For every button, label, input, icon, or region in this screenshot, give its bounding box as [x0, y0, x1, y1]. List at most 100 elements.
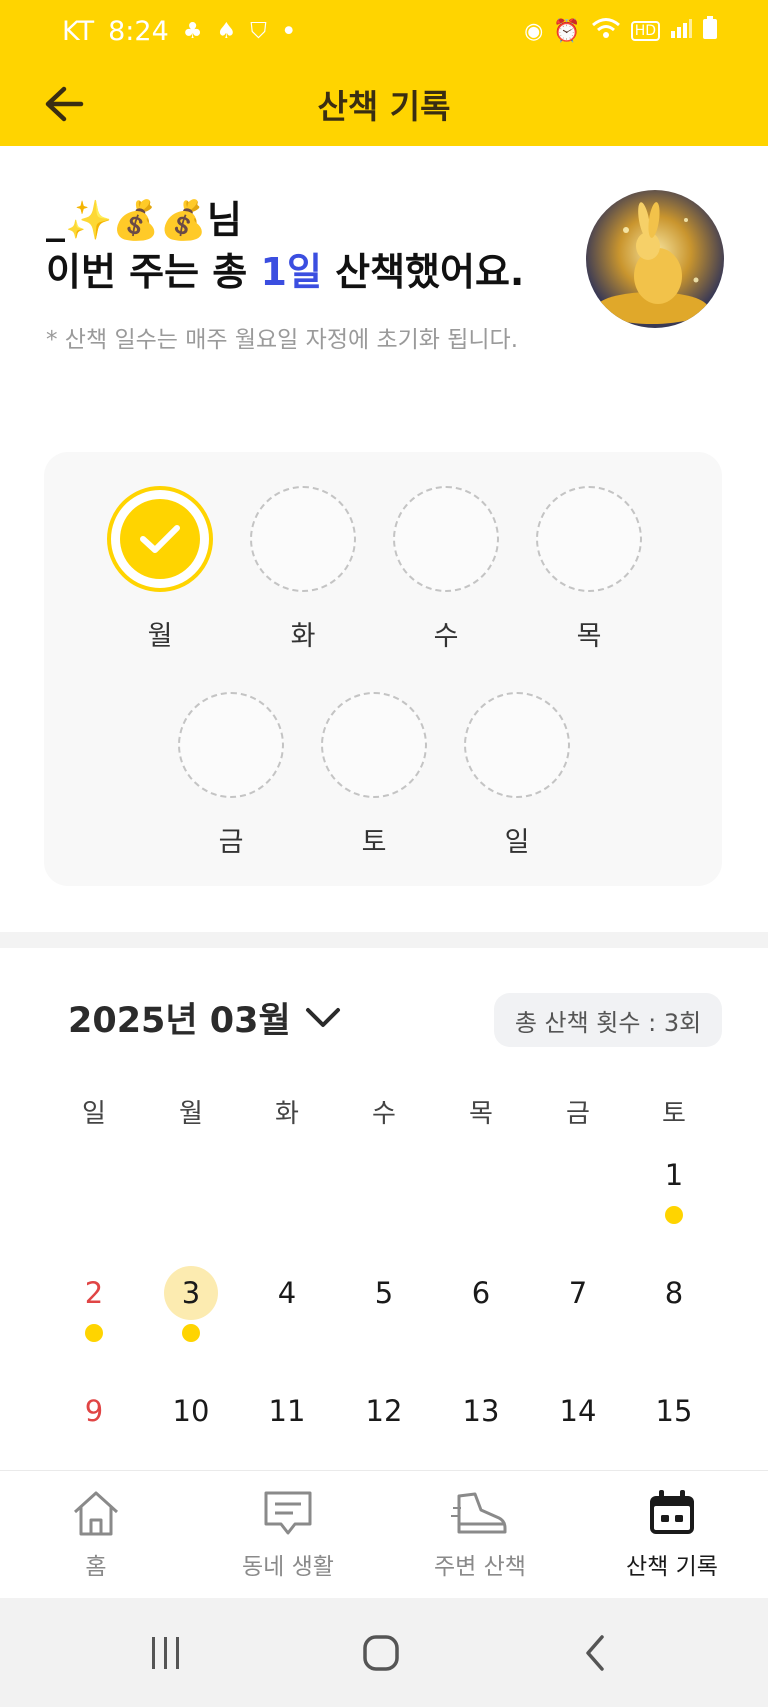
section-divider [0, 932, 768, 948]
calendar-day-today[interactable]: 3 [143, 1266, 239, 1366]
calendar-day[interactable]: 11 [239, 1384, 335, 1484]
calendar-weekday-header: 일 월 화 수 목 금 토 [0, 1093, 768, 1133]
calendar-day[interactable]: 12 [336, 1384, 432, 1484]
calendar-day[interactable]: 13 [433, 1384, 529, 1484]
day-status-circle [393, 486, 499, 592]
status-bar: KT 8:24 ♣ ♠ ⛉ • ◉ ⏰ HD [0, 0, 768, 62]
avatar[interactable] [586, 190, 724, 328]
user-name: _✨💰💰님 [46, 198, 242, 242]
weekday-thursday: 목 [535, 486, 643, 653]
walk-marker-dot [182, 1324, 200, 1342]
calendar-weekday-label: 일 [82, 1099, 106, 1129]
nav-home-label: 홈 [85, 1554, 107, 1580]
calendar-weekday-label: 금 [566, 1099, 590, 1129]
calendar-day[interactable]: 15 [626, 1384, 722, 1484]
calendar-day[interactable]: 4 [239, 1266, 335, 1366]
weekday-label: 토 [361, 827, 387, 858]
home-circle-icon [363, 1635, 399, 1671]
calendar-day[interactable]: 5 [336, 1266, 432, 1366]
calendar-day-number: 6 [471, 1276, 491, 1310]
nav-home[interactable]: 홈 [0, 1485, 192, 1581]
day-status-circle [250, 486, 356, 592]
weekday-friday: 금 [177, 692, 285, 859]
page-title: 산책 기록 [317, 87, 451, 126]
rabbit-avatar-image [596, 202, 708, 324]
calendar-weekday-label: 목 [469, 1099, 493, 1129]
calendar-day-number: 14 [559, 1394, 597, 1428]
weekly-summary-prefix: 이번 주는 총 [46, 250, 261, 294]
day-status-circle [536, 486, 642, 592]
day-status-circle [178, 692, 284, 798]
wifi-icon [591, 17, 621, 45]
day-status-circle [464, 692, 570, 798]
recent-apps-icon [152, 1637, 179, 1669]
calendar-day-number: 4 [277, 1276, 297, 1310]
calendar-day-number: 13 [462, 1394, 500, 1428]
calendar-day-number: 7 [568, 1276, 588, 1310]
carrier-label: KT [62, 15, 95, 47]
reset-note: * 산책 일수는 매주 월요일 자정에 초기화 됩니다. [46, 327, 519, 353]
calendar-day-number: 12 [365, 1394, 403, 1428]
nav-community[interactable]: 동네 생활 [192, 1485, 384, 1581]
sync-icon: ◉ [524, 18, 544, 44]
walk-marker-dot [85, 1324, 103, 1342]
calendar-day-number: 2 [84, 1276, 104, 1310]
calendar-weekday-label: 토 [662, 1099, 686, 1129]
system-navigation-bar [0, 1598, 768, 1707]
calendar-day[interactable]: 2 [46, 1266, 142, 1366]
weekday-label: 화 [290, 621, 316, 652]
chevron-down-icon [305, 1007, 340, 1027]
arrow-left-icon [45, 86, 84, 122]
calendar-day[interactable]: 8 [626, 1266, 722, 1366]
day-status-circle [321, 692, 427, 798]
weekday-label: 목 [576, 621, 602, 652]
calendar-weekday-label: 화 [275, 1099, 299, 1129]
shield-icon: ⛉ [250, 18, 267, 44]
notification-icon: ♣ [182, 18, 203, 44]
nav-walk-records[interactable]: 산책 기록 [576, 1485, 768, 1581]
calendar-day[interactable]: 6 [433, 1266, 529, 1366]
weekly-walk-card: 월 화 수 목 금 토 일 [44, 452, 722, 886]
home-button[interactable] [351, 1628, 411, 1678]
weekday-sunday: 일 [463, 692, 571, 859]
signal-icon [670, 17, 692, 45]
alarm-icon: ⏰ [553, 18, 581, 44]
weekday-monday: 월 [106, 486, 214, 653]
system-back-button[interactable] [566, 1628, 626, 1678]
weekday-label: 월 [147, 621, 173, 652]
month-label: 2025년 03월 [68, 1001, 291, 1041]
calendar-day[interactable]: 9 [46, 1384, 142, 1484]
chevron-left-icon [586, 1635, 604, 1671]
calendar-icon [650, 1490, 694, 1534]
weekday-label: 금 [218, 827, 244, 858]
weekday-tuesday: 화 [249, 486, 357, 653]
chat-board-icon [264, 1491, 312, 1535]
calendar-day-number: 5 [374, 1276, 394, 1310]
total-walks-badge: 총 산책 횟수 : 3회 [494, 993, 722, 1047]
calendar-day-number: 11 [268, 1394, 306, 1428]
calendar-day-number: 10 [172, 1394, 210, 1428]
weekly-days-count: 1일 [260, 250, 322, 294]
greeting-section: _✨💰💰님 이번 주는 총 1일 산책했어요. * 산책 일수는 매주 월요일 … [46, 196, 566, 354]
calendar-day[interactable]: 10 [143, 1384, 239, 1484]
clock: 8:24 [108, 15, 169, 47]
check-icon [140, 525, 180, 553]
recent-apps-button[interactable] [136, 1628, 196, 1678]
back-button[interactable] [40, 80, 88, 128]
notification-icon: ♠ [216, 18, 237, 44]
more-notifications-dot: • [280, 15, 297, 47]
calendar-day-number: 3 [164, 1266, 218, 1320]
home-icon [73, 1491, 119, 1536]
nav-nearby-walk[interactable]: 주변 산책 [384, 1485, 576, 1581]
calendar-day[interactable]: 14 [530, 1384, 626, 1484]
month-selector[interactable]: 2025년 03월 [68, 992, 341, 1043]
day-status-circle [107, 486, 213, 592]
calendar-day[interactable]: 7 [530, 1266, 626, 1366]
calendar-weekday-label: 수 [372, 1099, 396, 1129]
bottom-navigation: 홈 동네 생활 주변 산책 산책 기록 [0, 1470, 768, 1598]
calendar-day[interactable]: 1 [626, 1148, 722, 1248]
shoe-icon [451, 1492, 507, 1534]
calendar-weekday-label: 월 [179, 1099, 203, 1129]
weekday-label: 수 [433, 621, 459, 652]
hd-voice-badge: HD [630, 21, 660, 41]
